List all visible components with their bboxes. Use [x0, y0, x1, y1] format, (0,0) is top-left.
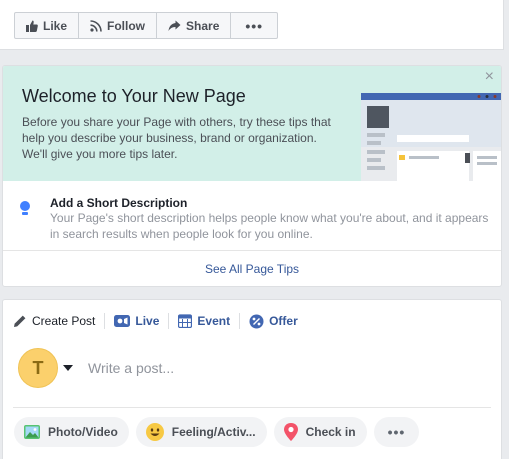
rss-icon	[90, 19, 102, 32]
follow-button[interactable]: Follow	[79, 13, 158, 38]
photo-icon	[23, 423, 41, 441]
lightbulb-icon	[20, 201, 30, 215]
tip-title: Add a Short Description	[50, 196, 188, 210]
feeling-activity-label: Feeling/Activ...	[171, 425, 256, 439]
tab-event[interactable]: Event	[178, 313, 241, 329]
post-input[interactable]: Write a post...	[88, 360, 174, 376]
photo-video-label: Photo/Video	[48, 425, 118, 439]
share-label: Share	[186, 18, 220, 33]
share-arrow-icon	[168, 20, 181, 31]
tab-create-post[interactable]: Create Post	[13, 313, 106, 329]
percent-badge-icon	[249, 314, 264, 328]
like-button[interactable]: Like	[15, 13, 80, 38]
welcome-body: Before you share your Page with others, …	[22, 115, 331, 161]
like-label: Like	[43, 18, 68, 33]
composer-tabs: Create Post Live Event Offer	[13, 310, 316, 332]
more-options-button[interactable]: •••	[373, 417, 420, 447]
see-all-tips-link[interactable]: See All Page Tips	[3, 262, 501, 276]
follow-label: Follow	[107, 18, 146, 33]
page-actions-card: Like Follow Share •••	[0, 0, 504, 50]
thumbs-up-icon	[26, 20, 38, 32]
calendar-icon	[178, 314, 193, 328]
page-action-bar: Like Follow Share •••	[14, 12, 279, 39]
check-in-label: Check in	[305, 425, 356, 439]
composer-divider	[13, 407, 491, 408]
video-camera-icon	[114, 315, 131, 327]
share-button[interactable]: Share	[157, 13, 232, 38]
more-actions-button[interactable]: •••	[231, 13, 277, 38]
tab-offer[interactable]: Offer	[249, 313, 307, 329]
feeling-activity-button[interactable]: Feeling/Activ...	[135, 417, 267, 447]
tab-live-label: Live	[135, 314, 160, 328]
page-preview-illustration	[361, 93, 501, 181]
smiley-icon	[145, 422, 165, 442]
composer-card: Create Post Live Event Offer T Write a p…	[2, 299, 502, 459]
avatar[interactable]: T	[18, 348, 58, 388]
location-pin-icon	[283, 422, 299, 442]
tab-create-post-label: Create Post	[32, 314, 96, 328]
check-in-button[interactable]: Check in	[273, 417, 367, 447]
tip-description: Your Page's short description helps peop…	[50, 211, 489, 241]
tab-live[interactable]: Live	[114, 313, 170, 329]
welcome-title: Welcome to Your New Page	[22, 86, 246, 106]
welcome-card: Welcome to Your New Page Before you shar…	[2, 65, 502, 287]
tip-item[interactable]: Add a Short Description Your Page's shor…	[3, 181, 501, 251]
pencil-icon	[14, 315, 26, 327]
chevron-down-icon[interactable]	[63, 365, 73, 371]
composer-options: Photo/Video Feeling/Activ... Check in ••…	[14, 417, 426, 447]
photo-video-button[interactable]: Photo/Video	[14, 417, 129, 447]
close-icon[interactable]: ×	[485, 68, 494, 86]
tab-offer-label: Offer	[269, 314, 298, 328]
tab-event-label: Event	[197, 314, 231, 328]
